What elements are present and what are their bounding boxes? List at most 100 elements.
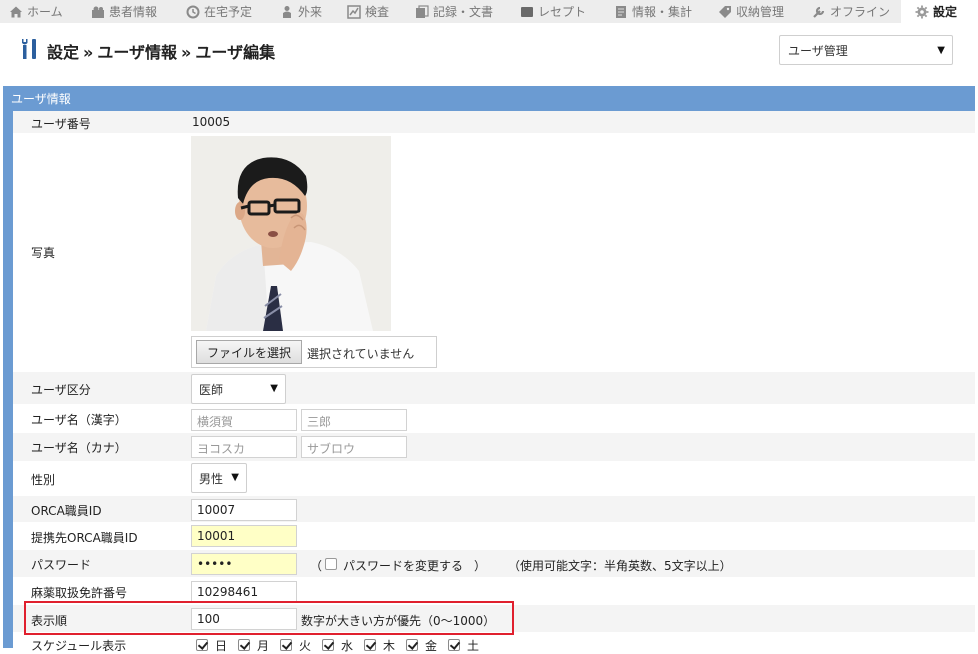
user-number-label: ユーザ番号 xyxy=(31,117,91,131)
partner-orca-id-label: 提携先ORCA職員ID xyxy=(31,531,138,545)
schedule-tue-label: 火 xyxy=(299,639,312,653)
choose-file-button[interactable]: ファイルを選択 xyxy=(196,340,302,364)
gender-label: 性別 xyxy=(31,473,56,487)
schedule-mon-checkbox[interactable] xyxy=(238,639,250,651)
chart-icon xyxy=(347,4,361,19)
breadcrumb: 設定» ユーザ情報» ユーザ編集 xyxy=(47,39,275,63)
gear-icon xyxy=(915,5,929,18)
nav-offline[interactable]: オフライン xyxy=(812,0,890,23)
orca-id-label: ORCA職員ID xyxy=(31,504,102,518)
nav-lab[interactable]: 検査 xyxy=(347,0,389,23)
nav-records[interactable]: 記録・文書 xyxy=(415,0,493,23)
documents-icon xyxy=(416,4,429,18)
schedule-wed-checkbox[interactable] xyxy=(322,639,334,651)
tag-icon xyxy=(719,5,731,18)
narcotic-license-field[interactable]: 10298461 xyxy=(191,581,297,603)
schedule-mon-label: 月 xyxy=(257,639,270,653)
panel-title: ユーザ情報 xyxy=(11,92,71,106)
name-kanji-label: ユーザ名（漢字） xyxy=(31,413,127,427)
breadcrumb-user-edit: ユーザ編集 xyxy=(195,43,276,62)
report-icon xyxy=(616,5,626,18)
nav-records-label: 記録・文書 xyxy=(433,5,494,19)
nav-reports-label: 情報・集計 xyxy=(632,5,693,19)
wrench-icon xyxy=(813,6,825,18)
chevron-down-icon: ▼ xyxy=(937,45,945,56)
first-name-kanji-field[interactable]: 三郎 xyxy=(301,409,407,431)
photo-label: 写真 xyxy=(31,246,56,260)
user-photo xyxy=(191,136,391,331)
nav-patients[interactable]: 患者情報 xyxy=(91,0,157,23)
schedule-label: スケジュール表示 xyxy=(31,639,127,653)
display-order-highlight xyxy=(24,601,514,635)
gender-select[interactable]: 男性 ▼ xyxy=(191,463,247,493)
home-icon xyxy=(10,6,22,17)
row-name-kana xyxy=(13,433,975,461)
gender-select-value: 男性 xyxy=(199,472,224,486)
schedule-thu-label: 木 xyxy=(383,639,396,653)
breadcrumb-settings[interactable]: 設定 xyxy=(47,43,79,62)
password-open-paren: （ xyxy=(310,559,323,573)
narcotic-license-label: 麻薬取扱免許番号 xyxy=(31,586,128,600)
schedule-fri-checkbox[interactable] xyxy=(406,639,418,651)
chevron-down-icon: ▼ xyxy=(231,472,239,483)
user-number-value: 10005 xyxy=(192,115,231,129)
change-password-label[interactable]: パスワードを変更する xyxy=(343,557,463,574)
password-field[interactable]: ••••• xyxy=(191,553,297,575)
nav-settings[interactable]: 設定 xyxy=(901,0,978,23)
chevron-down-icon: ▼ xyxy=(270,383,278,394)
nav-offline-label: オフライン xyxy=(830,5,891,19)
nav-outpatient-label: 外来 xyxy=(298,5,323,19)
breadcrumb-separator: » xyxy=(181,43,192,62)
orca-id-field[interactable]: 10007 xyxy=(191,499,297,521)
settings-tools-icon xyxy=(22,39,36,59)
password-label: パスワード xyxy=(31,558,92,572)
admin-menu-select[interactable]: ユーザ管理 ▼ xyxy=(779,35,953,65)
row-orca-id xyxy=(13,496,975,522)
password-close-paren: ） xyxy=(474,559,487,573)
user-photo-image xyxy=(191,136,391,331)
partner-orca-id-field[interactable]: 10001 xyxy=(191,525,297,547)
schedule-sun-checkbox[interactable] xyxy=(196,639,208,651)
password-hint: （使用可能文字：半角英数、5文字以上） xyxy=(508,559,732,573)
schedule-sat-label: 土 xyxy=(467,639,480,653)
nav-home[interactable]: ホーム xyxy=(9,0,63,23)
first-name-kana-field[interactable]: サブロウ xyxy=(301,436,407,458)
nav-home-label: ホーム xyxy=(27,5,63,19)
nav-lab-label: 検査 xyxy=(365,5,390,19)
photo-file-input: ファイルを選択 選択されていません xyxy=(191,336,437,368)
user-type-select[interactable]: 医師 ▼ xyxy=(191,374,286,404)
breadcrumb-user-info[interactable]: ユーザ情報 xyxy=(97,43,177,62)
last-name-kana-field[interactable]: ヨコスカ xyxy=(191,436,297,458)
schedule-sun-label: 日 xyxy=(215,639,228,653)
user-type-select-value: 医師 xyxy=(199,383,224,397)
last-name-kanji-field[interactable]: 横須賀 xyxy=(191,409,297,431)
person-icon xyxy=(283,5,291,18)
row-user-type xyxy=(13,372,975,404)
nav-home-visit[interactable]: 在宅予定 xyxy=(186,0,252,23)
nav-reports[interactable]: 情報・集計 xyxy=(614,0,692,23)
row-user-number xyxy=(13,111,975,133)
patients-icon xyxy=(92,6,104,18)
schedule-tue-checkbox[interactable] xyxy=(280,639,292,651)
nav-settings-label: 設定 xyxy=(933,5,958,19)
clock-icon xyxy=(186,5,200,18)
admin-menu-select-value: ユーザ管理 xyxy=(788,43,848,58)
schedule-fri-label: 金 xyxy=(425,639,438,653)
schedule-sat-checkbox[interactable] xyxy=(448,639,460,651)
nav-outpatient[interactable]: 外来 xyxy=(280,0,322,23)
nav-patients-label: 患者情報 xyxy=(109,5,158,19)
nav-receipt-label: レセプト xyxy=(538,5,587,19)
breadcrumb-separator: » xyxy=(83,43,94,62)
nav-receipt[interactable]: レセプト xyxy=(520,0,586,23)
schedule-thu-checkbox[interactable] xyxy=(364,639,376,651)
user-type-label: ユーザ区分 xyxy=(31,383,91,397)
receipt-icon xyxy=(521,6,533,17)
change-password-checkbox[interactable] xyxy=(325,558,337,570)
nav-billing[interactable]: 収納管理 xyxy=(718,0,784,23)
name-kana-label: ユーザ名（カナ） xyxy=(31,441,127,455)
nav-billing-label: 収納管理 xyxy=(736,5,785,19)
nav-home-visit-label: 在宅予定 xyxy=(204,5,253,19)
top-navigation: ホーム 患者情報 在宅予定 外来 検査 記録・文書 レセプト 情報・集計 収納管… xyxy=(0,0,978,23)
schedule-wed-label: 水 xyxy=(341,639,354,653)
file-status-text: 選択されていません xyxy=(307,347,415,361)
